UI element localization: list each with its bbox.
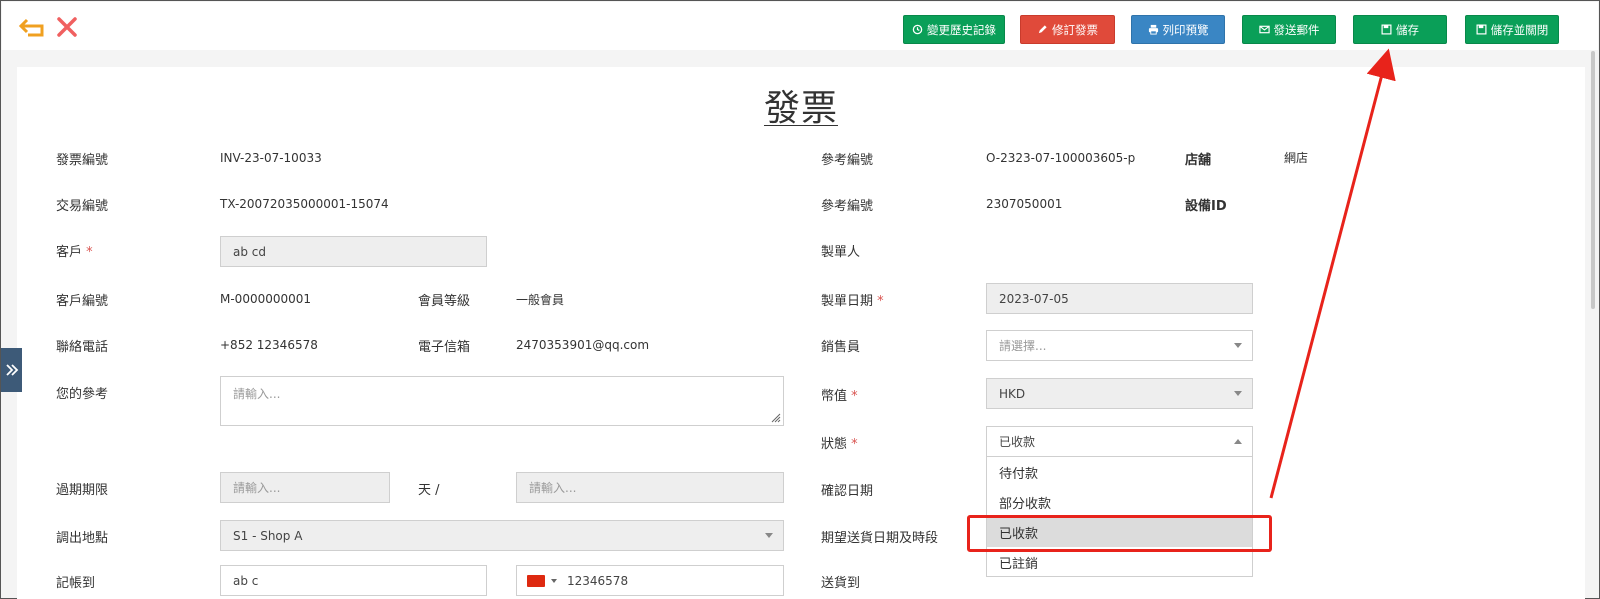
annotation-arrow-icon (1269, 48, 1396, 499)
app-window: 變更歷史記錄 修訂發票 列印預覽 發送郵件 儲存 儲存並關閉 發票 發票編號 I… (0, 0, 1600, 599)
